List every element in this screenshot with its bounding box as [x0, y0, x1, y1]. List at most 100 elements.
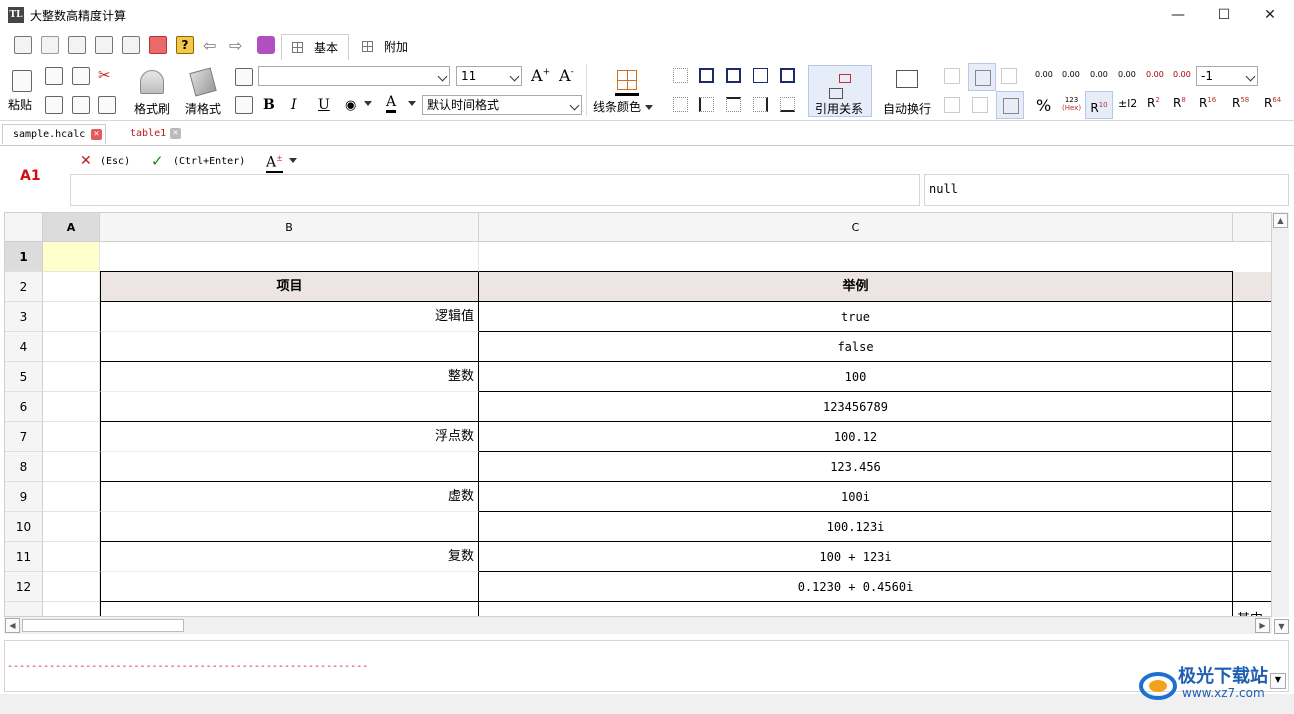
reference-button[interactable]: 引用关系 [808, 65, 872, 117]
auto-wrap-button[interactable]: 自动换行 [883, 100, 931, 117]
align-top-icon[interactable] [944, 68, 960, 84]
cell-c[interactable] [479, 242, 1233, 272]
cell-example[interactable]: 100.123i [479, 512, 1233, 542]
close-icon[interactable]: ✕ [170, 128, 181, 139]
font-size-select[interactable]: 11 [456, 66, 522, 86]
cell-item[interactable] [100, 572, 479, 602]
cell-example[interactable]: 100 + 123i [479, 542, 1233, 572]
border-bottom-icon[interactable] [780, 97, 795, 112]
cell-b[interactable] [100, 242, 479, 272]
cell-example[interactable]: false [479, 332, 1233, 362]
font-color-button[interactable]: A [386, 95, 397, 113]
save-as-icon[interactable] [122, 36, 140, 54]
cell-item[interactable]: 浮点数 [100, 422, 479, 452]
paste-format-icon[interactable] [235, 96, 253, 114]
row-header[interactable]: 6 [5, 392, 43, 422]
cell-d[interactable] [1233, 302, 1271, 332]
cell-d[interactable] [1233, 482, 1271, 512]
shrink-font-button[interactable]: A- [559, 66, 574, 85]
cell-item[interactable] [100, 512, 479, 542]
cell-item[interactable] [100, 392, 479, 422]
cell-a[interactable] [43, 542, 100, 572]
round-button[interactable]: ±l2 [1118, 97, 1137, 110]
row-header[interactable]: 1 [5, 242, 43, 272]
font-name-select[interactable] [258, 66, 450, 86]
chevron-down-icon[interactable] [408, 101, 416, 106]
minimize-button[interactable]: — [1155, 0, 1201, 30]
row-header[interactable]: 12 [5, 572, 43, 602]
cell-example[interactable]: 100i [479, 482, 1233, 512]
cell-item[interactable]: 虚数 [100, 482, 479, 512]
replace-icon[interactable] [72, 96, 90, 114]
align-bottom-icon[interactable] [1001, 68, 1017, 84]
paste-button[interactable]: 粘贴 [8, 96, 32, 113]
scroll-thumb[interactable] [22, 619, 184, 632]
redo-arrow-icon[interactable]: ⇨ [229, 36, 242, 55]
cell-a[interactable] [43, 302, 100, 332]
scroll-left-icon[interactable]: ◀ [5, 618, 20, 633]
cancel-icon[interactable]: ✕ [80, 153, 92, 169]
cell-example[interactable]: true [479, 302, 1233, 332]
cell-example[interactable]: 123.456 [479, 452, 1233, 482]
decimal-format-button[interactable]: 0.00 [1035, 70, 1053, 79]
find-icon[interactable] [45, 96, 63, 114]
scroll-down-icon[interactable]: ▼ [1274, 619, 1289, 634]
cell-a[interactable] [43, 602, 100, 616]
grow-font-button[interactable]: A+ [531, 66, 550, 85]
maximize-button[interactable]: ☐ [1201, 0, 1247, 30]
cell-a[interactable] [43, 362, 100, 392]
cell-a[interactable] [43, 332, 100, 362]
precision-select[interactable]: -1 [1196, 66, 1258, 86]
column-header-c[interactable]: C [479, 213, 1233, 242]
scroll-up-icon[interactable]: ▲ [1273, 213, 1288, 228]
align-middle-button[interactable] [968, 63, 996, 91]
align-left-icon[interactable] [944, 97, 960, 113]
row-header[interactable]: 10 [5, 512, 43, 542]
confirm-icon[interactable]: ✓ [151, 152, 164, 170]
horizontal-scrollbar[interactable]: ◀ ▶ [4, 617, 1272, 634]
border-grid-icon[interactable] [617, 70, 637, 90]
row-header[interactable]: 9 [5, 482, 43, 512]
cell-item[interactable] [100, 452, 479, 482]
row-header[interactable] [5, 602, 43, 616]
cell-a[interactable] [43, 482, 100, 512]
cell-example[interactable]: 0.1230 + 0.4560i [479, 572, 1233, 602]
cell-b[interactable] [100, 602, 479, 616]
add-decimal-button[interactable]: 0.00 [1090, 70, 1108, 79]
cell-d[interactable] [1233, 452, 1271, 482]
save-all-icon[interactable] [95, 36, 113, 54]
cell-item[interactable]: 逻辑值 [100, 302, 479, 332]
wrap-icon[interactable] [896, 70, 918, 88]
copy-icon[interactable] [98, 96, 116, 114]
border-none-icon[interactable] [673, 68, 688, 83]
close-button[interactable]: ✕ [1247, 0, 1293, 30]
cell-a[interactable] [43, 242, 100, 272]
open-file-icon[interactable] [41, 36, 59, 54]
cut-icon[interactable]: ✂ [98, 66, 111, 84]
cell-a[interactable] [43, 452, 100, 482]
row-header[interactable]: 3 [5, 302, 43, 332]
vertical-scrollbar[interactable]: ▲ [1272, 212, 1289, 617]
cell-item[interactable]: 复数 [100, 542, 479, 572]
shift-right-button[interactable]: 0.00 [1173, 70, 1191, 79]
row-header[interactable]: 8 [5, 452, 43, 482]
theme-shirt-icon[interactable] [257, 36, 275, 54]
close-icon[interactable]: ✕ [91, 129, 102, 140]
cell-c[interactable] [479, 602, 1233, 616]
cell-example[interactable]: 100.12 [479, 422, 1233, 452]
cell-a[interactable] [43, 392, 100, 422]
row-header[interactable]: 11 [5, 542, 43, 572]
cell-a[interactable] [43, 422, 100, 452]
line-color-button[interactable]: 线条颜色 [593, 98, 653, 115]
output-panel[interactable]: ----------------------------------------… [4, 640, 1289, 692]
row-header[interactable]: 5 [5, 362, 43, 392]
cell-d[interactable] [1233, 392, 1271, 422]
paste-icon[interactable] [12, 70, 32, 92]
cell-item[interactable]: 整数 [100, 362, 479, 392]
cut-rows-icon[interactable] [45, 67, 63, 85]
copy-values-icon[interactable] [72, 67, 90, 85]
date-format-select[interactable]: 默认时间格式 [422, 95, 582, 115]
border-outer-icon[interactable] [699, 68, 714, 83]
chevron-down-icon[interactable] [364, 101, 372, 106]
cell-d[interactable] [1233, 542, 1271, 572]
